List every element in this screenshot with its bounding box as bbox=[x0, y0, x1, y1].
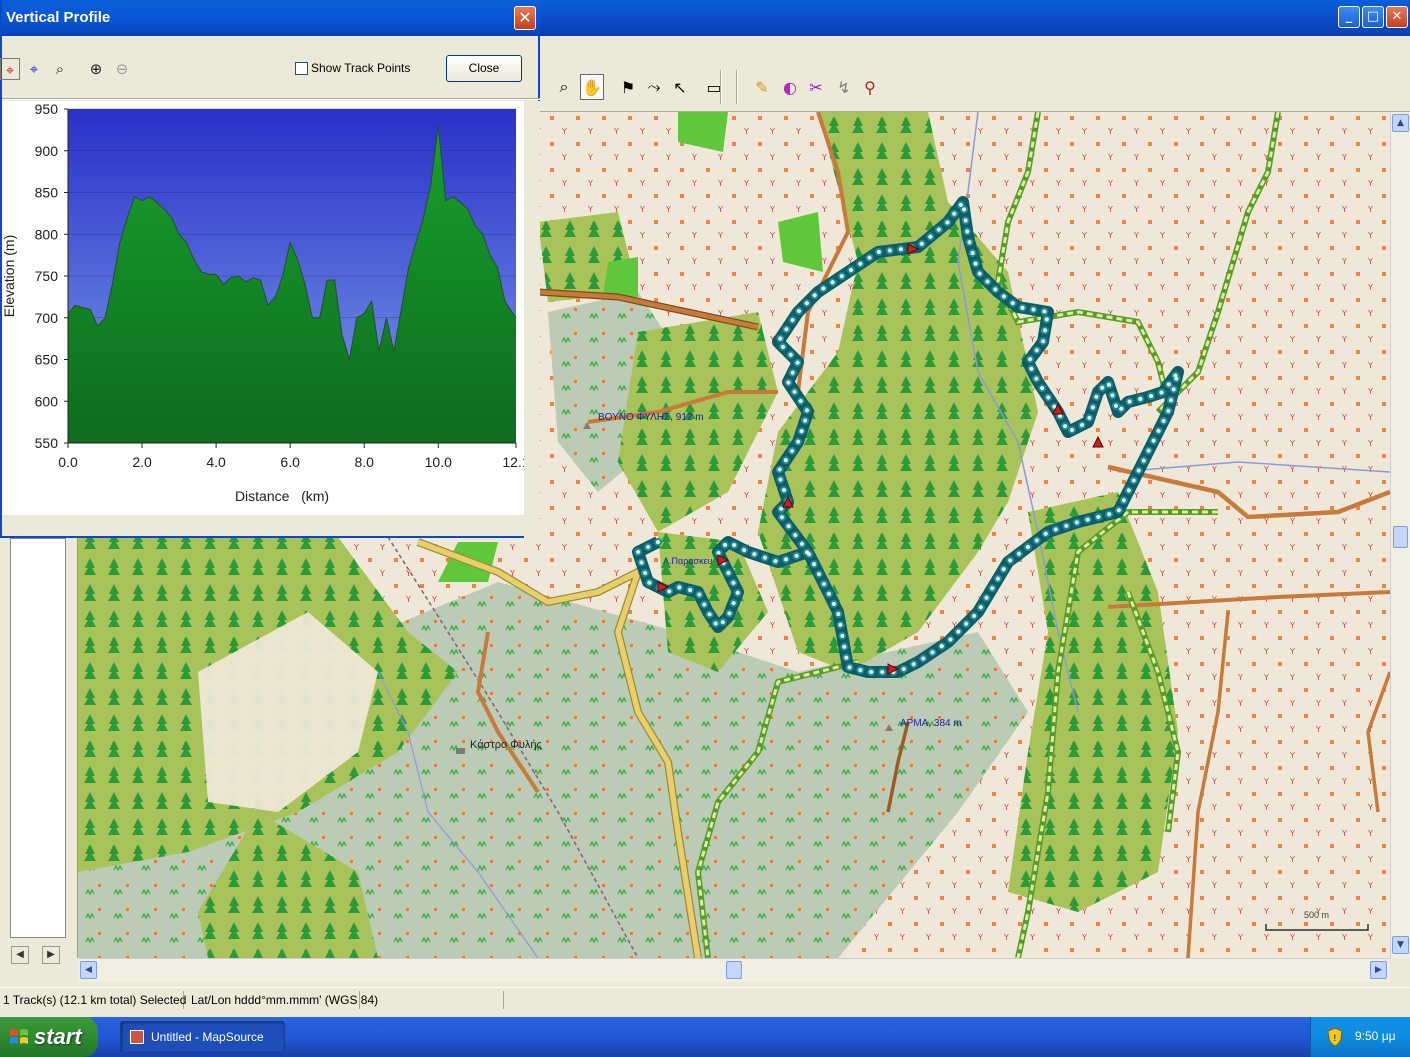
start-label: start bbox=[34, 1024, 82, 1049]
scroll-up-button[interactable]: ▲ bbox=[1392, 114, 1409, 132]
zoom-out-icon[interactable]: ⊖ bbox=[112, 58, 132, 80]
data-list-pane[interactable] bbox=[10, 538, 66, 938]
vertical-profile-border bbox=[524, 101, 540, 538]
svg-text:!: ! bbox=[1333, 1034, 1337, 1044]
y-tick-label: 650 bbox=[35, 352, 59, 368]
vertical-profile-titlebar[interactable]: Vertical Profile ✕ bbox=[2, 0, 540, 36]
y-tick-label: 600 bbox=[35, 393, 59, 409]
scroll-right-button[interactable]: ▶ bbox=[1370, 961, 1387, 979]
peak-label: ΑΡΜΑ, 384 m bbox=[900, 718, 962, 729]
y-axis-label: Elevation (m) bbox=[2, 235, 17, 317]
peak-label: ΒΟΥΝΟ ΦΥΛΗΣ, 912 m bbox=[598, 412, 704, 423]
minimize-button[interactable]: _ bbox=[1338, 6, 1360, 28]
status-cell-empty bbox=[364, 991, 504, 1009]
x-tick-label: 8.0 bbox=[354, 454, 374, 470]
elevation-chart-area[interactable]: 950 900 850 800 750 700 650 600 550 0.0 2.0 4.0 6.0… bbox=[1, 101, 530, 515]
y-tick-label: 700 bbox=[35, 310, 59, 326]
left-pane-scroll-left[interactable]: ◀ bbox=[11, 946, 29, 964]
taskbar-item-label: Untitled - MapSource bbox=[151, 1030, 264, 1044]
vertical-profile-close-x[interactable]: ✕ bbox=[514, 6, 536, 30]
clock[interactable]: 9:50 μμ bbox=[1355, 1029, 1396, 1043]
status-bar: 1 Track(s) (12.1 km total) Selected Lat/… bbox=[0, 987, 1410, 1011]
show-track-points-label: Show Track Points bbox=[311, 61, 411, 75]
x-tick-label: 6.0 bbox=[280, 454, 300, 470]
scroll-corner bbox=[1390, 958, 1410, 982]
x-tick-label: 4.0 bbox=[206, 454, 226, 470]
close-button[interactable]: Close bbox=[446, 55, 522, 82]
y-tick-label: 750 bbox=[35, 268, 59, 284]
windows-logo-icon bbox=[10, 1029, 28, 1044]
scale-label: 500 m bbox=[1304, 910, 1329, 920]
y-tick-label: 800 bbox=[35, 226, 59, 242]
left-pane-scroll-right[interactable]: ▶ bbox=[42, 946, 60, 964]
x-tick-label: 0.0 bbox=[58, 454, 78, 470]
taskbar: start Untitled - MapSource ! 9:50 μμ bbox=[0, 1017, 1410, 1057]
y-tick-label: 550 bbox=[35, 435, 59, 451]
left-panel bbox=[0, 538, 78, 958]
route-tool-icon[interactable]: ⚑ bbox=[616, 74, 640, 100]
y-tick-label: 850 bbox=[35, 185, 59, 201]
x-tick-label: 2.0 bbox=[132, 454, 152, 470]
connect-tool-icon[interactable]: ↯ bbox=[832, 74, 856, 100]
castle-icon bbox=[456, 748, 465, 754]
position-format-status: Lat/Lon hddd°mm.mmm' (WGS 84) bbox=[188, 991, 378, 1009]
scroll-left-button[interactable]: ◀ bbox=[80, 961, 97, 979]
x-axis: 0.0 2.0 4.0 6.0 8.0 10.0 12.1 bbox=[58, 443, 530, 470]
toolbar-separator bbox=[736, 70, 738, 104]
scroll-down-button[interactable]: ▼ bbox=[1392, 936, 1409, 954]
map-toolbar: ⌕ ✋ ⚑ ⤳ ↖ ▭ ✎ ◐ ✂ ↯ ⚲ bbox=[540, 64, 1410, 112]
elevation-chart[interactable]: 950 900 850 800 750 700 650 600 550 0.0 2.0 4.0 6.0… bbox=[1, 101, 530, 515]
castle-label: Κάστρο Φυλής bbox=[470, 739, 542, 751]
y-tick-label: 950 bbox=[35, 101, 59, 117]
horizontal-scrollbar[interactable]: ◀ ▶ bbox=[78, 958, 1390, 982]
show-track-points-checkbox[interactable] bbox=[295, 62, 308, 75]
vertical-scroll-thumb[interactable] bbox=[1393, 526, 1408, 548]
waypoint-tool-icon[interactable]: ✎ bbox=[750, 74, 774, 100]
x-tick-label: 10.0 bbox=[425, 454, 452, 470]
zoom-in-icon[interactable]: ⊕ bbox=[86, 58, 106, 80]
y-axis: 950 900 850 800 750 700 650 600 550 bbox=[35, 101, 68, 451]
toolbar-divider bbox=[2, 98, 540, 100]
join-tool-icon[interactable]: ⚲ bbox=[858, 74, 882, 100]
start-button[interactable]: start bbox=[0, 1017, 98, 1057]
window-close-button[interactable]: ✕ bbox=[1386, 6, 1408, 28]
toolbar-separator bbox=[720, 70, 722, 104]
chapel-label: Λ.Παρασκευ bbox=[663, 556, 713, 566]
track-tool-icon[interactable]: ⤳ bbox=[642, 74, 666, 100]
zoom-tool-icon[interactable]: ⌕ bbox=[552, 74, 576, 100]
blue-crosshair-icon[interactable]: ⌖ bbox=[24, 58, 44, 80]
mapsource-icon bbox=[130, 1030, 144, 1044]
taskbar-item-mapsource[interactable]: Untitled - MapSource bbox=[120, 1021, 285, 1053]
x-tick-label: 12.1 bbox=[502, 454, 524, 470]
system-tray: ! 9:50 μμ bbox=[1310, 1017, 1410, 1057]
measure-tool-icon[interactable]: ▭ bbox=[702, 74, 726, 100]
red-crosshair-icon[interactable]: ⌖ bbox=[0, 58, 20, 80]
y-tick-label: 900 bbox=[35, 143, 59, 159]
vertical-scrollbar[interactable]: ▲ ▼ bbox=[1390, 112, 1410, 958]
vertical-profile-title: Vertical Profile bbox=[6, 9, 111, 26]
select-tool-icon[interactable]: ↖ bbox=[668, 74, 692, 100]
security-shield-icon[interactable]: ! bbox=[1327, 1027, 1343, 1047]
eraser-tool-icon[interactable]: ◐ bbox=[778, 74, 802, 100]
selection-status: 1 Track(s) (12.1 km total) Selected bbox=[0, 991, 186, 1009]
maximize-button[interactable]: □ bbox=[1362, 6, 1384, 28]
horizontal-scroll-thumb[interactable] bbox=[726, 961, 742, 979]
divide-tool-icon[interactable]: ✂ bbox=[804, 74, 828, 100]
hand-tool-icon[interactable]: ✋ bbox=[580, 74, 604, 100]
menu-area bbox=[540, 36, 1410, 64]
zoom-select-icon[interactable]: ⌕ bbox=[50, 58, 70, 80]
x-axis-label: Distance (km) bbox=[235, 488, 329, 504]
vertical-profile-window: Vertical Profile ✕ ⌖ ⌖ ⌕ ⊕ ⊖ Show Track Poin… bbox=[0, 0, 540, 538]
